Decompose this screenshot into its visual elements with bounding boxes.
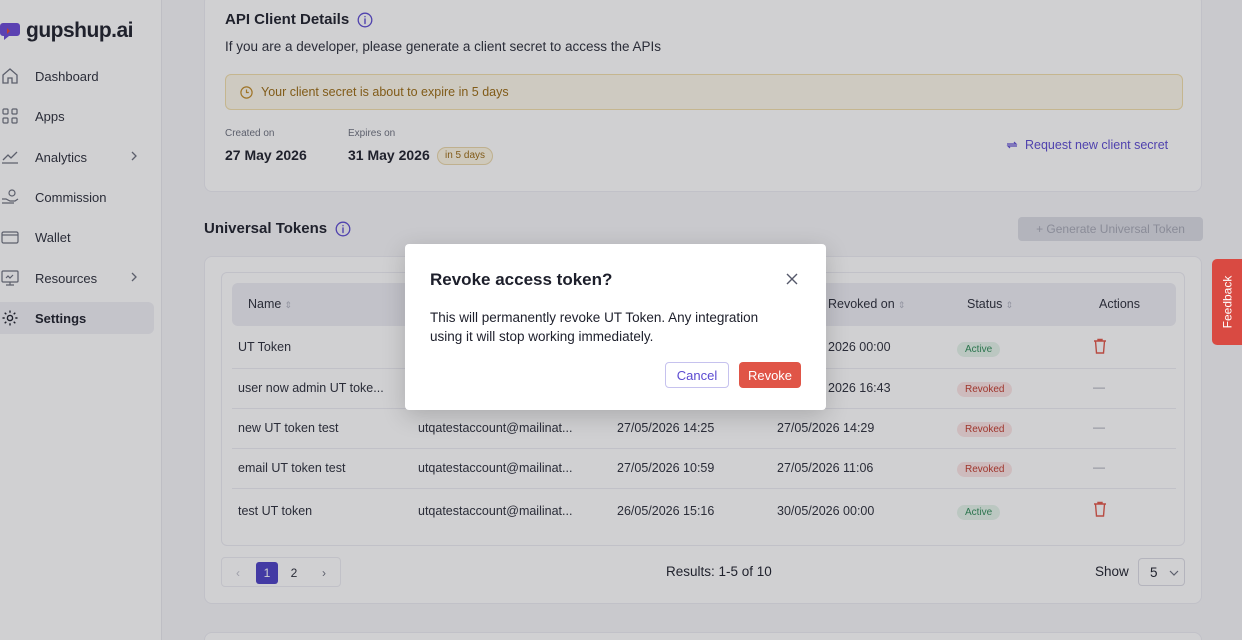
revoke-button[interactable]: Revoke: [739, 362, 801, 388]
dialog-title: Revoke access token?: [430, 270, 613, 289]
feedback-tab[interactable]: Feedback: [1212, 259, 1242, 345]
close-icon[interactable]: [785, 272, 799, 286]
feedback-label: Feedback: [1220, 275, 1235, 329]
dialog-message: This will permanently revoke UT Token. A…: [430, 310, 759, 344]
cancel-button[interactable]: Cancel: [665, 362, 729, 388]
revoke-token-dialog: Revoke access token? This will permanent…: [405, 244, 826, 410]
